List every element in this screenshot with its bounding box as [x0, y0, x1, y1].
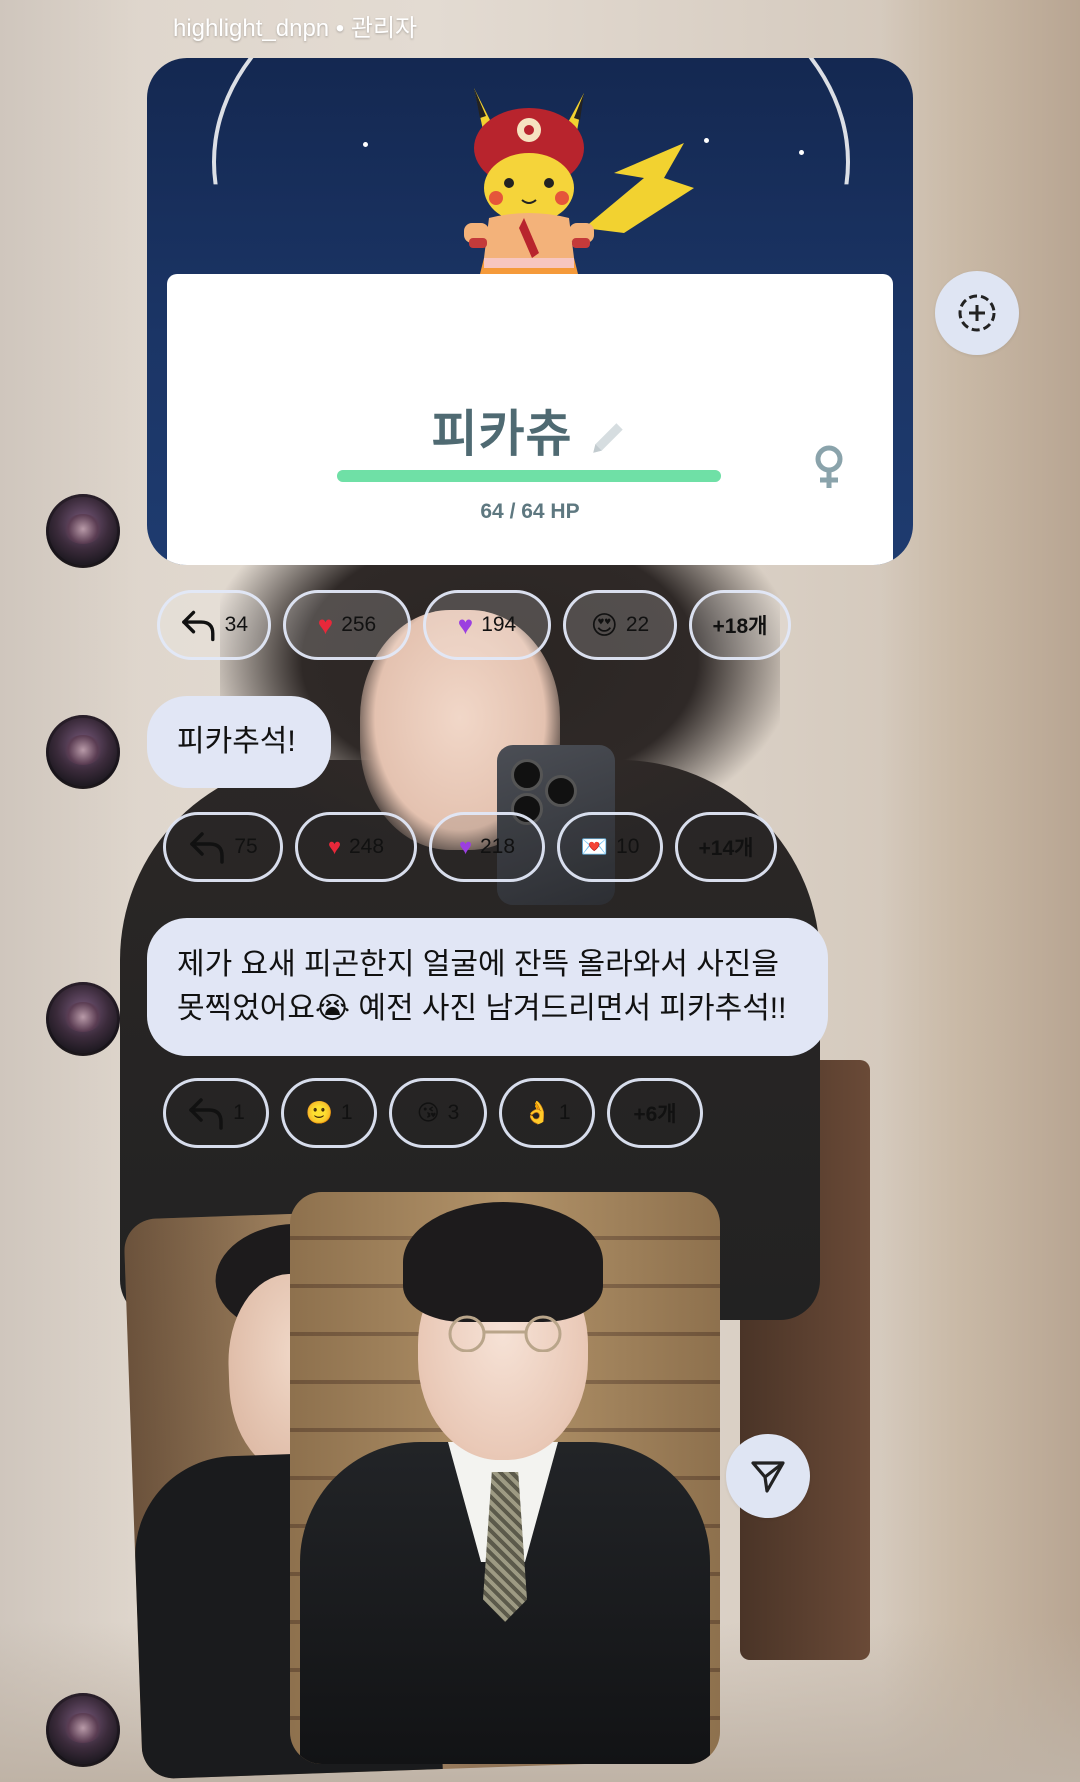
ok-hand-emoji-icon: 👌	[523, 1100, 551, 1125]
glasses-icon	[448, 1315, 562, 1352]
reply-arrow-icon	[189, 1098, 223, 1130]
reaction-count: 1	[558, 1101, 571, 1124]
reaction-count: 194	[481, 613, 517, 636]
reaction-chip-ok-hand[interactable]: 👌 1	[499, 1078, 595, 1148]
reply-count-chip[interactable]: 75	[163, 812, 283, 882]
more-reactions-chip[interactable]: +6개	[607, 1078, 703, 1148]
reaction-chip-red-heart[interactable]: ♥ 248	[295, 812, 417, 882]
reaction-count: 248	[349, 835, 385, 858]
reaction-row: 34 ♥ 256 ♥ 194 😍 22 +18개	[157, 590, 791, 660]
reply-arrow-icon	[182, 610, 215, 642]
purple-heart-icon: ♥	[457, 610, 474, 640]
photo-card-front[interactable]	[290, 1192, 720, 1764]
more-reactions-chip[interactable]: +14개	[675, 812, 777, 882]
reaction-count: 256	[341, 613, 377, 636]
avatar[interactable]	[46, 982, 120, 1056]
send-icon	[751, 1461, 785, 1493]
reaction-row: 75 ♥ 248 ♥ 218 💌 10 +14개	[163, 812, 777, 882]
reply-count-chip[interactable]: 1	[163, 1078, 269, 1148]
reply-count: 75	[234, 835, 258, 858]
heart-eyes-emoji-icon: 😍	[590, 610, 618, 640]
message-bubble[interactable]: 피카추석!	[147, 696, 331, 788]
star-icon	[704, 138, 709, 143]
reaction-count: 22	[625, 613, 650, 636]
reply-arrow-icon	[190, 832, 225, 864]
sender-header: highlight_dnpn • 관리자	[173, 15, 418, 42]
reaction-chip-slight-smile[interactable]: 🙂 1	[281, 1078, 377, 1148]
reply-count-chip[interactable]: 34	[157, 590, 271, 660]
add-reaction-button[interactable]	[935, 271, 1019, 355]
reply-count: 1	[233, 1101, 245, 1124]
pokemon-name-row: 피카츄	[167, 394, 893, 466]
message-text: 피카추석!	[177, 725, 296, 758]
message-text-line: 제가 요새 피곤한지 얼굴에 잔뜩 올라와서 사진을	[177, 948, 780, 981]
hp-bar-fill	[337, 470, 721, 482]
reaction-count: 218	[480, 835, 516, 858]
heart-letter-emoji-icon: 💌	[580, 834, 609, 859]
avatar[interactable]	[46, 1693, 120, 1767]
add-reaction-icon	[958, 294, 996, 332]
hp-bar	[337, 470, 721, 482]
pokemon-card-message[interactable]: 피카츄 64 / 64 HP	[147, 58, 913, 565]
reaction-count: 10	[616, 835, 640, 858]
red-heart-icon: ♥	[327, 834, 341, 859]
more-reactions-chip[interactable]: +18개	[689, 590, 791, 660]
pokemon-name: 피카츄	[431, 406, 573, 462]
reaction-chip-heart-letter[interactable]: 💌 10	[557, 812, 663, 882]
reaction-chip-purple-heart[interactable]: ♥ 218	[429, 812, 545, 882]
reaction-row: 1 🙂 1 😘 3 👌 1 +6개	[163, 1078, 703, 1148]
reaction-count: 3	[447, 1101, 460, 1124]
female-gender-icon	[815, 445, 843, 488]
reply-count: 34	[224, 613, 248, 636]
star-icon	[363, 142, 368, 147]
red-heart-icon: ♥	[317, 610, 334, 640]
avatar[interactable]	[46, 494, 120, 568]
reaction-count: 1	[340, 1101, 353, 1124]
reaction-chip-heart-eyes[interactable]: 😍 22	[563, 590, 677, 660]
reaction-chip-purple-heart[interactable]: ♥ 194	[423, 590, 551, 660]
kiss-emoji-icon: 😘	[416, 1100, 440, 1125]
reaction-chip-kiss[interactable]: 😘 3	[389, 1078, 487, 1148]
background-wall	[0, 0, 140, 1782]
purple-heart-icon: ♥	[458, 834, 472, 859]
pokemon-info-panel: 피카츄 64 / 64 HP	[167, 274, 893, 565]
pencil-icon	[592, 423, 623, 453]
photo-person-hair	[403, 1202, 603, 1322]
star-icon	[799, 150, 804, 155]
slight-smile-emoji-icon: 🙂	[305, 1100, 333, 1125]
message-text-line: 못찍었어요😭 예전 사진 남겨드리면서 피카추석!!	[177, 992, 787, 1025]
send-button[interactable]	[726, 1434, 810, 1518]
message-bubble[interactable]: 제가 요새 피곤한지 얼굴에 잔뜩 올라와서 사진을 못찍었어요😭 예전 사진 …	[147, 918, 828, 1056]
hp-text: 64 / 64 HP	[480, 500, 580, 523]
reaction-chip-red-heart[interactable]: ♥ 256	[283, 590, 411, 660]
avatar[interactable]	[46, 715, 120, 789]
